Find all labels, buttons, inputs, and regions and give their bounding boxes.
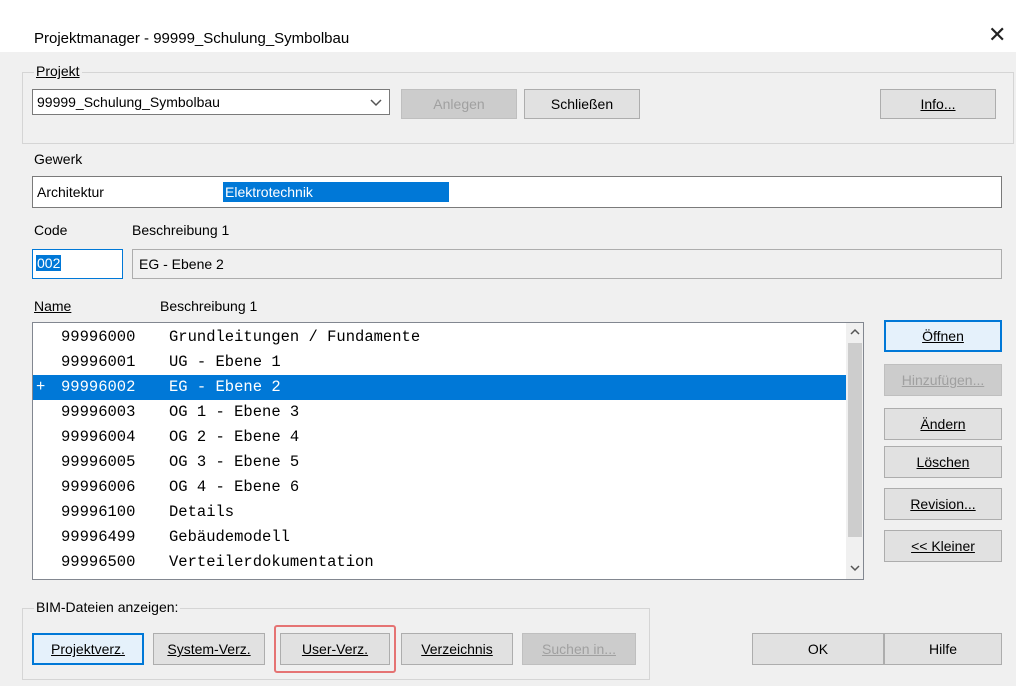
row-name: 99996500 xyxy=(61,553,136,571)
row-description: OG 3 - Ebene 5 xyxy=(169,453,300,471)
close-icon[interactable]: ✕ xyxy=(988,22,1006,48)
verzeichnis-button[interactable]: Verzeichnis xyxy=(401,633,513,665)
projekt-group-label: Projekt xyxy=(34,63,82,79)
row-description: OG 2 - Ebene 4 xyxy=(169,428,300,446)
systemverz-button[interactable]: System-Verz. xyxy=(153,633,265,665)
list-item[interactable]: 99996500 Verteilerdokumentation xyxy=(33,550,847,575)
gewerk-listbox[interactable]: Architektur Elektrotechnik xyxy=(32,176,1002,208)
aendern-button[interactable]: Ändern xyxy=(884,408,1002,440)
code-label: Code xyxy=(34,222,68,238)
list-item[interactable]: 99996100 Details xyxy=(33,500,847,525)
gewerk-item-elektrotechnik[interactable]: Elektrotechnik xyxy=(223,182,449,202)
row-description: OG 4 - Ebene 6 xyxy=(169,478,300,496)
project-list[interactable]: 99996000 Grundleitungen / Fundamente 99996… xyxy=(32,322,864,580)
chevron-down-icon[interactable] xyxy=(369,92,383,115)
schliessen-button[interactable]: Schließen xyxy=(524,89,640,119)
anlegen-button[interactable]: Anlegen xyxy=(401,89,517,119)
hinzufuegen-button[interactable]: Hinzufügen... xyxy=(884,364,1002,396)
scrollbar-thumb[interactable] xyxy=(848,343,862,537)
projekt-combobox[interactable]: 99999_Schulung_Symbolbau xyxy=(32,89,390,115)
projekt-combo-value: 99999_Schulung_Symbolbau xyxy=(37,94,220,110)
row-name: 99996499 xyxy=(61,528,136,546)
gewerk-item-architektur[interactable]: Architektur xyxy=(37,184,104,200)
row-description: EG - Ebene 2 xyxy=(169,378,281,396)
row-name: 99996006 xyxy=(61,478,136,496)
row-description: OG 1 - Ebene 3 xyxy=(169,403,300,421)
row-description: UG - Ebene 1 xyxy=(169,353,281,371)
info-button[interactable]: Info... xyxy=(880,89,996,119)
hilfe-button[interactable]: Hilfe xyxy=(884,633,1002,665)
code-field[interactable]: 002 xyxy=(32,249,123,279)
beschreibung-value: EG - Ebene 2 xyxy=(139,256,224,272)
kleiner-button[interactable]: << Kleiner xyxy=(884,530,1002,562)
row-prefix: + xyxy=(36,378,46,396)
row-name: 99996001 xyxy=(61,353,136,371)
row-description: Details xyxy=(169,503,235,521)
row-name: 99996000 xyxy=(61,328,136,346)
loeschen-button[interactable]: Löschen xyxy=(884,446,1002,478)
projektverz-button[interactable]: Projektverz. xyxy=(32,633,144,665)
userverz-button[interactable]: User-Verz. xyxy=(280,633,390,665)
project-manager-dialog: Projektmanager - 99999_Schulung_Symbolba… xyxy=(0,0,1016,686)
list-item[interactable]: 99996004 OG 2 - Ebene 4 xyxy=(33,425,847,450)
row-description: Grundleitungen / Fundamente xyxy=(169,328,421,346)
code-value: 002 xyxy=(36,255,62,271)
list-item[interactable]: 99996006 OG 4 - Ebene 6 xyxy=(33,475,847,500)
column-header-name[interactable]: Name xyxy=(34,298,71,314)
list-item[interactable]: 99996003 OG 1 - Ebene 3 xyxy=(33,400,847,425)
beschreibung-field: EG - Ebene 2 xyxy=(132,249,1002,279)
revision-button[interactable]: Revision... xyxy=(884,488,1002,520)
list-item[interactable]: 99996000 Grundleitungen / Fundamente xyxy=(33,325,847,350)
row-name: 99996100 xyxy=(61,503,136,521)
scroll-down-icon[interactable] xyxy=(850,561,860,578)
row-name: 99996005 xyxy=(61,453,136,471)
suchen-in-button[interactable]: Suchen in... xyxy=(522,633,636,665)
row-description: Gebäudemodell xyxy=(169,528,290,546)
list-item[interactable]: 99996005 OG 3 - Ebene 5 xyxy=(33,450,847,475)
row-name: 99996004 xyxy=(61,428,136,446)
title-bar: Projektmanager - 99999_Schulung_Symbolba… xyxy=(0,0,1016,52)
gewerk-label: Gewerk xyxy=(34,151,83,167)
row-name: 99996002 xyxy=(61,378,136,396)
oeffnen-button[interactable]: Öffnen xyxy=(884,320,1002,352)
row-name: 99996003 xyxy=(61,403,136,421)
window-title: Projektmanager - 99999_Schulung_Symbolba… xyxy=(34,30,350,47)
column-header-beschreibung[interactable]: Beschreibung 1 xyxy=(160,298,257,314)
bim-group-label: BIM-Dateien anzeigen: xyxy=(34,599,181,615)
list-item[interactable]: 99996001 UG - Ebene 1 xyxy=(33,350,847,375)
list-item[interactable]: +99996002 EG - Ebene 2 xyxy=(33,375,847,400)
row-description: Verteilerdokumentation xyxy=(169,553,374,571)
vertical-scrollbar[interactable] xyxy=(846,323,863,579)
list-item[interactable]: 99996499 Gebäudemodell xyxy=(33,525,847,550)
beschreibung-label: Beschreibung 1 xyxy=(132,222,230,238)
scroll-up-icon[interactable] xyxy=(850,325,860,342)
ok-button[interactable]: OK xyxy=(752,633,884,665)
